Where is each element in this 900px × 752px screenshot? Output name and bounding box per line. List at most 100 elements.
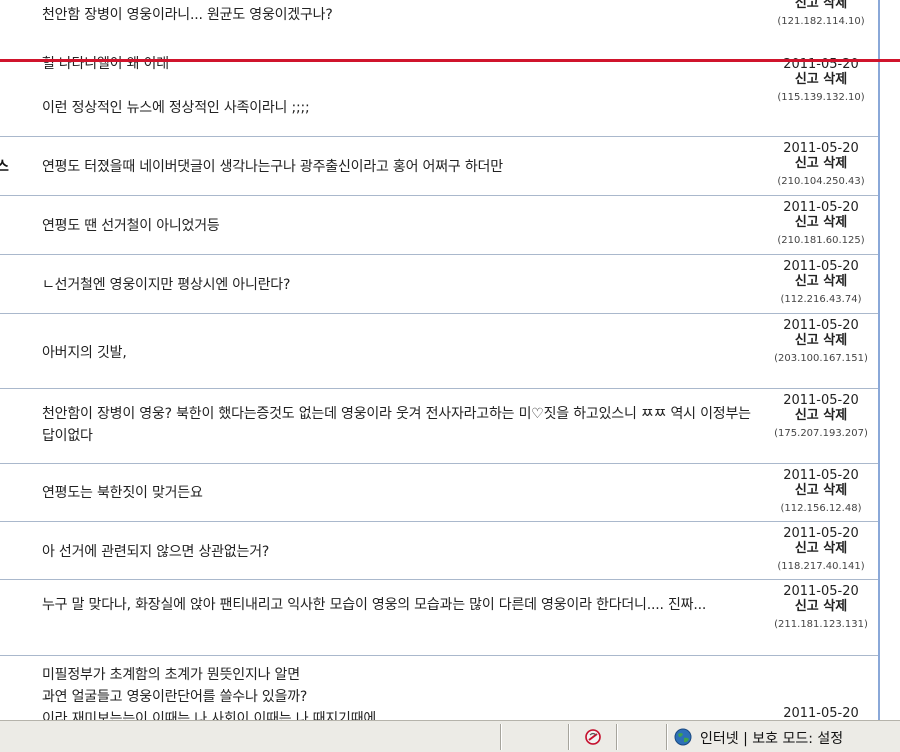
- delete-button[interactable]: 삭제: [823, 72, 847, 87]
- report-button[interactable]: 신고: [795, 72, 819, 87]
- comment-date: 2011-05-20: [783, 526, 859, 541]
- report-button[interactable]: 신고: [795, 541, 819, 556]
- comment-row: 미필정부가 초계함의 초계가 뭔뜻인지나 알면과연 얼굴들고 영웅이란단어를 쓸…: [0, 656, 878, 720]
- internet-zone-globe-icon[interactable]: [674, 728, 692, 750]
- comment-line: 연평도는 북한짓이 맞거든요: [42, 485, 203, 501]
- comment-ip: (203.100.167.151): [774, 353, 868, 364]
- delete-button[interactable]: 삭제: [823, 333, 847, 348]
- comment-actions: 신고 삭제: [764, 72, 878, 88]
- comment-actions: 신고 삭제: [764, 599, 878, 615]
- report-button[interactable]: 신고: [795, 0, 819, 11]
- comment-text: 아버지의 깃발,: [42, 342, 764, 364]
- comment-actions: 신고 삭제: [764, 0, 878, 12]
- comment-line: 누구 말 맞다나, 화장실에 앉아 팬티내리고 익사한 모습이 영웅의 모습과는…: [42, 597, 707, 613]
- comment-text: 미필정부가 초계함의 초계가 뭔뜻인지나 알면과연 얼굴들고 영웅이란단어를 쓸…: [42, 664, 764, 720]
- comment-ip: (211.181.123.131): [774, 619, 868, 630]
- comment-date: 2011-05-20: [783, 706, 859, 720]
- report-button[interactable]: 신고: [795, 333, 819, 348]
- comment-meta: 2011-05-20 신고 삭제 (211.181.123.131): [764, 584, 878, 632]
- comment-actions: 신고 삭제: [764, 274, 878, 290]
- comment-actions: 신고 삭제: [764, 483, 878, 499]
- delete-button[interactable]: 삭제: [823, 599, 847, 614]
- comment-ip: (112.156.12.48): [780, 503, 862, 514]
- content-right-border: [878, 0, 880, 720]
- comment-line: 과연 얼굴들고 영웅이란단어를 쓸수나 있을까?: [42, 689, 308, 705]
- comment-ip: (121.182.114.10): [777, 16, 865, 27]
- comment-row: 스 연평도 터졌을때 네이버댓글이 생각나는구나 광주출신이라고 홍어 어쩌구 하…: [0, 137, 878, 196]
- comment-date: 2011-05-20: [783, 468, 859, 483]
- comment-text: ㄴ선거철엔 영웅이지만 평상시엔 아니란다?: [42, 274, 764, 296]
- status-separator: [666, 724, 668, 750]
- delete-button[interactable]: 삭제: [823, 156, 847, 171]
- comment-meta: 2011-05-20 신고 삭제 (175.207.193.207): [764, 393, 878, 441]
- comment-line: ㄴ선거철엔 영웅이지만 평상시엔 아니란다?: [42, 277, 291, 293]
- comment-list-viewport[interactable]: 천안함 장병이 영웅이라니... 원균도 영웅이겠구나?2011-05-20신고…: [0, 0, 900, 720]
- comment-row: 천안함이 장병이 영웅? 북한이 했다는증것도 없는데 영웅이라 웃겨 전사자라…: [0, 389, 878, 464]
- comment-meta: 2011-05-20 신고 삭제 (203.100.167.151): [764, 318, 878, 366]
- comment-text: 아 선거에 관련되지 않으면 상관없는거?: [42, 541, 764, 563]
- comment-actions: 신고 삭제: [764, 333, 878, 349]
- delete-button[interactable]: 삭제: [823, 408, 847, 423]
- comment-text: 천안함이 장병이 영웅? 북한이 했다는증것도 없는데 영웅이라 웃겨 전사자라…: [42, 403, 764, 447]
- report-button[interactable]: 신고: [795, 483, 819, 498]
- comment-line: 천안함이 장병이 영웅? 북한이 했다는증것도 없는데 영웅이라 웃겨 전사자라…: [42, 406, 751, 444]
- comment-meta: 2011-05-20 신고 삭제 (115.139.132.10): [764, 57, 878, 105]
- comment-meta: 2011-05-20신고 삭제: [764, 706, 878, 720]
- comment-date: 2011-05-20: [783, 200, 859, 215]
- delete-button[interactable]: 삭제: [823, 483, 847, 498]
- comment-line: 아 선거에 관련되지 않으면 상관없는거?: [42, 544, 270, 560]
- status-separator: [500, 724, 502, 750]
- comment-line: 이라 재미보는는이 이때는 나 사회이 이때는 나 때지기때에: [42, 711, 377, 720]
- comment-author[interactable]: 스: [0, 156, 16, 176]
- comment-text: 연평도 터졌을때 네이버댓글이 생각나는구나 광주출신이라고 홍어 어쩌구 하더…: [42, 156, 764, 178]
- comment-actions: 신고 삭제: [764, 541, 878, 557]
- comment-line: 이런 정상적인 뉴스에 정상적인 사족이라니 ;;;;: [42, 100, 310, 116]
- comment-row: ㄴ선거철엔 영웅이지만 평상시엔 아니란다? 2011-05-20 신고 삭제 (11…: [0, 255, 878, 314]
- comment-text: 누구 말 맞다나, 화장실에 앉아 팬티내리고 익사한 모습이 영웅의 모습과는…: [42, 594, 764, 616]
- delete-button[interactable]: 삭제: [823, 274, 847, 289]
- comment-text: 연평도 땐 선거철이 아니었거등: [42, 215, 764, 237]
- comment-row: 천안함 장병이 영웅이라니... 원균도 영웅이겠구나?2011-05-20신고…: [0, 0, 878, 51]
- privacy-blocked-icon[interactable]: [583, 727, 603, 751]
- comment-date: 2011-05-20: [783, 393, 859, 408]
- comment-meta: 2011-05-20 신고 삭제 (210.104.250.43): [764, 141, 878, 189]
- report-button[interactable]: 신고: [795, 215, 819, 230]
- comment-meta: 2011-05-20 신고 삭제 (210.181.60.125): [764, 200, 878, 248]
- comment-ip: (115.139.132.10): [777, 92, 865, 103]
- status-separator: [568, 724, 570, 750]
- comment-text: 연평도는 북한짓이 맞거든요: [42, 482, 764, 504]
- comment-actions: 신고 삭제: [764, 215, 878, 231]
- comment-row: 연평도 땐 선거철이 아니었거등 2011-05-20 신고 삭제 (210.181.…: [0, 196, 878, 255]
- comment-text: 천안함 장병이 영웅이라니... 원균도 영웅이겠구나?: [42, 4, 764, 26]
- comment-text: 헐 나타니엘이 왜 이래 이런 정상적인 뉴스에 정상적인 사족이라니 ;;;;: [42, 53, 764, 119]
- browser-status-bar: 인터넷 | 보호 모드: 설정: [0, 720, 900, 752]
- comment-ip: (210.104.250.43): [777, 176, 865, 187]
- comment-meta: 2011-05-20 신고 삭제 (112.156.12.48): [764, 468, 878, 516]
- red-separator-line: [0, 59, 900, 62]
- security-zone-text[interactable]: 인터넷 | 보호 모드: 설정: [700, 728, 843, 748]
- comment-ip: (175.207.193.207): [774, 428, 868, 439]
- comment-row: 아버지의 깃발, 2011-05-20 신고 삭제 (203.100.167.151): [0, 314, 878, 389]
- delete-button[interactable]: 삭제: [823, 0, 847, 11]
- comment-author[interactable]: l: [0, 75, 16, 91]
- report-button[interactable]: 신고: [795, 599, 819, 614]
- delete-button[interactable]: 삭제: [823, 541, 847, 556]
- comment-ip: (112.216.43.74): [780, 294, 862, 305]
- status-separator: [616, 724, 618, 750]
- comment-date: 2011-05-20: [783, 259, 859, 274]
- comment-meta: 2011-05-20신고 삭제(121.182.114.10): [764, 0, 878, 29]
- comment-line: 연평도 땐 선거철이 아니었거등: [42, 218, 220, 234]
- comment-row: 연평도는 북한짓이 맞거든요 2011-05-20 신고 삭제 (112.156.12…: [0, 464, 878, 522]
- report-button[interactable]: 신고: [795, 408, 819, 423]
- comment-actions: 신고 삭제: [764, 156, 878, 172]
- comment-line: 미필정부가 초계함의 초계가 뭔뜻인지나 알면: [42, 667, 300, 683]
- report-button[interactable]: 신고: [795, 156, 819, 171]
- comment-row: 아 선거에 관련되지 않으면 상관없는거? 2011-05-20 신고 삭제 (118…: [0, 522, 878, 580]
- comment-date: 2011-05-20: [783, 318, 859, 333]
- delete-button[interactable]: 삭제: [823, 215, 847, 230]
- report-button[interactable]: 신고: [795, 274, 819, 289]
- comment-line: 연평도 터졌을때 네이버댓글이 생각나는구나 광주출신이라고 홍어 어쩌구 하더…: [42, 159, 503, 175]
- comment-meta: 2011-05-20 신고 삭제 (118.217.40.141): [764, 526, 878, 574]
- comment-line: 천안함 장병이 영웅이라니... 원균도 영웅이겠구나?: [42, 7, 333, 23]
- comment-date: 2011-05-20: [783, 584, 859, 599]
